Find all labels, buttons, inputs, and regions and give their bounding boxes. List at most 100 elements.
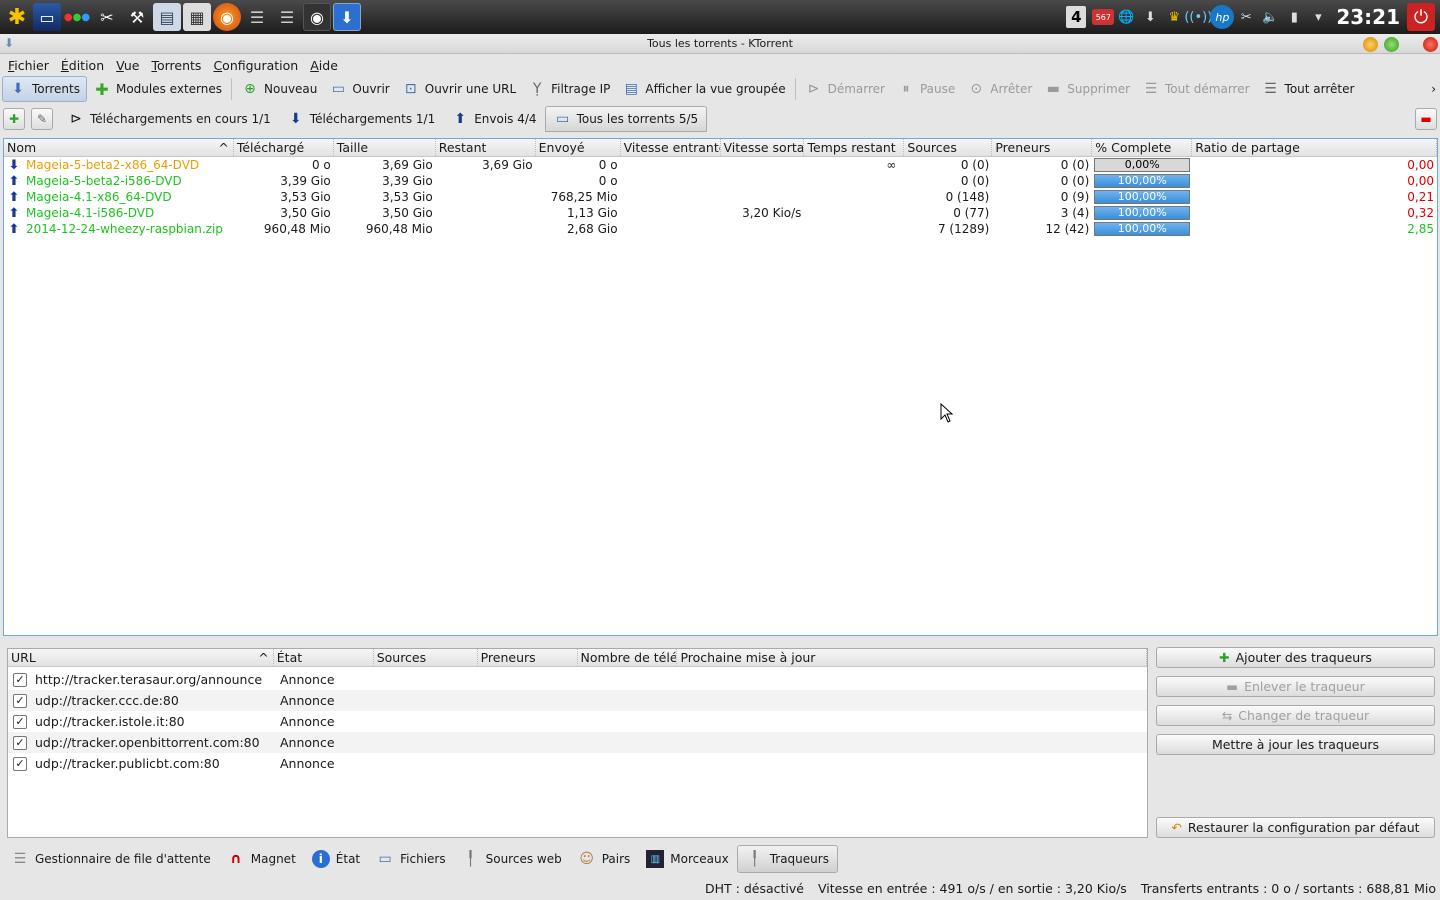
tracker-enabled-checkbox[interactable]: ✓	[13, 714, 27, 729]
open-url-button[interactable]: ⊡ Ouvrir une URL	[396, 76, 522, 102]
pause-button[interactable]: ⏸ Pause	[891, 76, 961, 102]
tracker-row[interactable]: ✓ udp://tracker.istole.it:80 Annonce	[8, 711, 1147, 732]
maximize-button[interactable]	[1384, 37, 1399, 52]
tab-peers[interactable]: ☺ Pairs	[570, 845, 639, 873]
tracker-column-header[interactable]: Preneurs	[478, 649, 578, 666]
column-header[interactable]: Téléchargé	[234, 139, 334, 156]
grouped-view-button[interactable]: ▤ Afficher la vue groupée	[616, 76, 791, 102]
tab-downloads[interactable]: ⬇ Téléchargements 1/1	[279, 106, 443, 132]
table-row[interactable]: ⬆ Mageia-5-beta2-i586-DVD 3,39 Gio 3,39 Gio…	[4, 173, 1437, 189]
table-row[interactable]: ⬆ 2014-12-24-wheezy-raspbian.zip 960,48 Mi…	[4, 221, 1437, 237]
globe-tray-icon[interactable]: 🌐	[1114, 5, 1138, 29]
tracker-row[interactable]: ✓ udp://tracker.ccc.de:80 Annonce	[8, 690, 1147, 711]
tracker-column-header[interactable]: URL ^	[8, 649, 274, 666]
tracker-column-header[interactable]: Sources	[374, 649, 478, 666]
add-trackers-button[interactable]: ✚ Ajouter des traqueurs	[1156, 647, 1435, 668]
window-list-icon-2[interactable]: ☰	[273, 3, 301, 31]
clock[interactable]: 23:21	[1330, 5, 1406, 29]
power-icon[interactable]: ⏻	[1407, 3, 1435, 31]
tracker-column-header[interactable]: État	[274, 649, 374, 666]
column-header[interactable]: Sources	[904, 139, 993, 156]
tracker-column-header[interactable]: Prochaine mise à jour	[677, 649, 1148, 666]
ip-filter-button[interactable]: Ỵ Filtrage IP	[522, 76, 616, 102]
minimize-button[interactable]	[1363, 37, 1378, 52]
window-titlebar[interactable]: ⬇ Tous les torrents - KTorrent	[0, 34, 1440, 54]
new-torrent-button[interactable]: ⊕ Nouveau	[235, 76, 323, 102]
column-header[interactable]: Ratio de partage	[1192, 139, 1438, 156]
tab-downloading[interactable]: ⊳ Téléchargements en cours 1/1	[59, 106, 279, 132]
column-header[interactable]: Envoyé	[536, 139, 621, 156]
torrents-button[interactable]: ⬇ Torrents	[2, 76, 87, 102]
change-tracker-button[interactable]: ⇆ Changer de traqueur	[1156, 705, 1435, 726]
table-row[interactable]: ⬆ Mageia-4.1-x86_64-DVD 3,53 Gio 3,53 Gio 76…	[4, 189, 1437, 205]
tracker-column-header[interactable]: Nombre de téléchargements	[578, 649, 678, 666]
firefox-icon[interactable]: ◉	[213, 3, 241, 31]
stop-button[interactable]: ⊙ Arrêter	[961, 76, 1038, 102]
remove-tracker-button[interactable]: ▬ Enlever le traqueur	[1156, 676, 1435, 697]
tracker-row[interactable]: ✓ http://tracker.terasaur.org/announce Ann…	[8, 669, 1147, 690]
crown-tray-icon[interactable]: ♛	[1162, 5, 1186, 29]
calendar-tray-icon[interactable]: 567	[1092, 9, 1115, 25]
network-tools-icon[interactable]: ⚒	[123, 3, 151, 31]
open-button[interactable]: ▭ Ouvrir	[323, 76, 395, 102]
tracker-enabled-checkbox[interactable]: ✓	[13, 693, 27, 708]
table-row[interactable]: ⬇ Mageia-5-beta2-x86_64-DVD 0 o 3,69 Gio 3,6…	[4, 157, 1437, 173]
kde-menu-icon[interactable]: ✱	[3, 3, 31, 31]
tracker-row[interactable]: ✓ udp://tracker.publicbt.com:80 Annonce	[8, 753, 1147, 774]
tab-queue-manager[interactable]: ☰ Gestionnaire de file d'attente	[3, 845, 219, 873]
tracker-enabled-checkbox[interactable]: ✓	[13, 735, 27, 750]
tracker-row[interactable]: ✓ udp://tracker.openbittorrent.com:80 Anno…	[8, 732, 1147, 753]
update-trackers-button[interactable]: Mettre à jour les traqueurs	[1156, 734, 1435, 755]
restore-defaults-button[interactable]: ↶ Restaurer la configuration par défaut	[1156, 817, 1435, 838]
firefox-task-icon[interactable]: ◉	[303, 3, 331, 31]
menu-aide[interactable]: Aide	[304, 58, 344, 73]
tab-trackers[interactable]: ╿ Traqueurs	[736, 845, 838, 873]
column-header[interactable]: Taille	[334, 139, 436, 156]
column-header[interactable]: Vitesse sortante	[721, 139, 805, 156]
tray-expand-icon[interactable]: ▾	[1306, 5, 1330, 29]
column-header[interactable]: Preneurs	[992, 139, 1093, 156]
tools-icon[interactable]: ✂	[93, 3, 121, 31]
tracker-enabled-checkbox[interactable]: ✓	[13, 756, 27, 771]
menu-configuration[interactable]: Configuration	[207, 58, 304, 73]
tracker-list[interactable]: URL^ÉtatSourcesPreneursNombre de télécha…	[7, 648, 1148, 838]
toolbar-overflow-button[interactable]: ›	[1425, 76, 1440, 102]
splitter[interactable]	[0, 637, 1440, 643]
app-icon[interactable]: ⬇	[4, 36, 14, 50]
table-row[interactable]: ⬆ Mageia-4.1-i586-DVD 3,50 Gio 3,50 Gio 1,13…	[4, 205, 1437, 221]
window-list-icon[interactable]: ☰	[243, 3, 271, 31]
desktop-pager[interactable]: 4	[1066, 6, 1087, 28]
desktop-icon[interactable]: ▭	[33, 3, 61, 31]
menu-torrents[interactable]: Torrents	[145, 58, 207, 73]
plugins-button[interactable]: ✚ Modules externes	[87, 76, 228, 102]
ktorrent-task-icon[interactable]: ⬇	[333, 3, 361, 31]
start-button[interactable]: ⊳ Démarrer	[799, 76, 891, 102]
color-dots-icon[interactable]: ● ● ●	[63, 3, 91, 31]
battery-tray-icon[interactable]: ▮	[1282, 5, 1306, 29]
tab-uploads[interactable]: ⬆ Envois 4/4	[443, 106, 544, 132]
stop-all-button[interactable]: ☰ Tout arrêter	[1256, 76, 1361, 102]
torrent-list[interactable]: Nom ^ Téléchargé Taille Restant Envoyé Vitesse…	[3, 138, 1438, 636]
column-header[interactable]: Nom ^	[4, 139, 234, 156]
tab-magnet[interactable]: ∩ Magnet	[219, 845, 304, 873]
calculator-icon[interactable]: ▦	[183, 3, 211, 31]
tab-all-torrents[interactable]: ▭ Tous les torrents 5/5	[544, 106, 708, 132]
start-all-button[interactable]: ☰ Tout démarrer	[1136, 76, 1256, 102]
scissors-tray-icon[interactable]: ✂	[1234, 5, 1258, 29]
tab-status[interactable]: i État	[304, 845, 368, 873]
tab-files[interactable]: ▭ Fichiers	[368, 845, 453, 873]
download-tray-icon[interactable]: ⬇	[1138, 5, 1162, 29]
menu-edition[interactable]: Édition	[55, 58, 110, 73]
close-button[interactable]	[1423, 37, 1438, 52]
volume-tray-icon[interactable]: 🔈	[1258, 5, 1282, 29]
remove-view-button[interactable]: ▬	[1415, 108, 1437, 130]
tab-chunks[interactable]: ▥ Morceaux	[638, 845, 736, 873]
menu-vue[interactable]: Vue	[110, 58, 145, 73]
column-header[interactable]: % Complete	[1092, 139, 1193, 156]
tracker-enabled-checkbox[interactable]: ✓	[13, 672, 27, 687]
hp-tray-icon[interactable]: hp	[1210, 5, 1235, 29]
view-settings-button[interactable]: ✎	[31, 108, 53, 130]
add-view-button[interactable]: ✚	[3, 108, 25, 130]
tab-webseeds[interactable]: ╿ Sources web	[454, 845, 570, 873]
column-header[interactable]: Restant	[436, 139, 536, 156]
